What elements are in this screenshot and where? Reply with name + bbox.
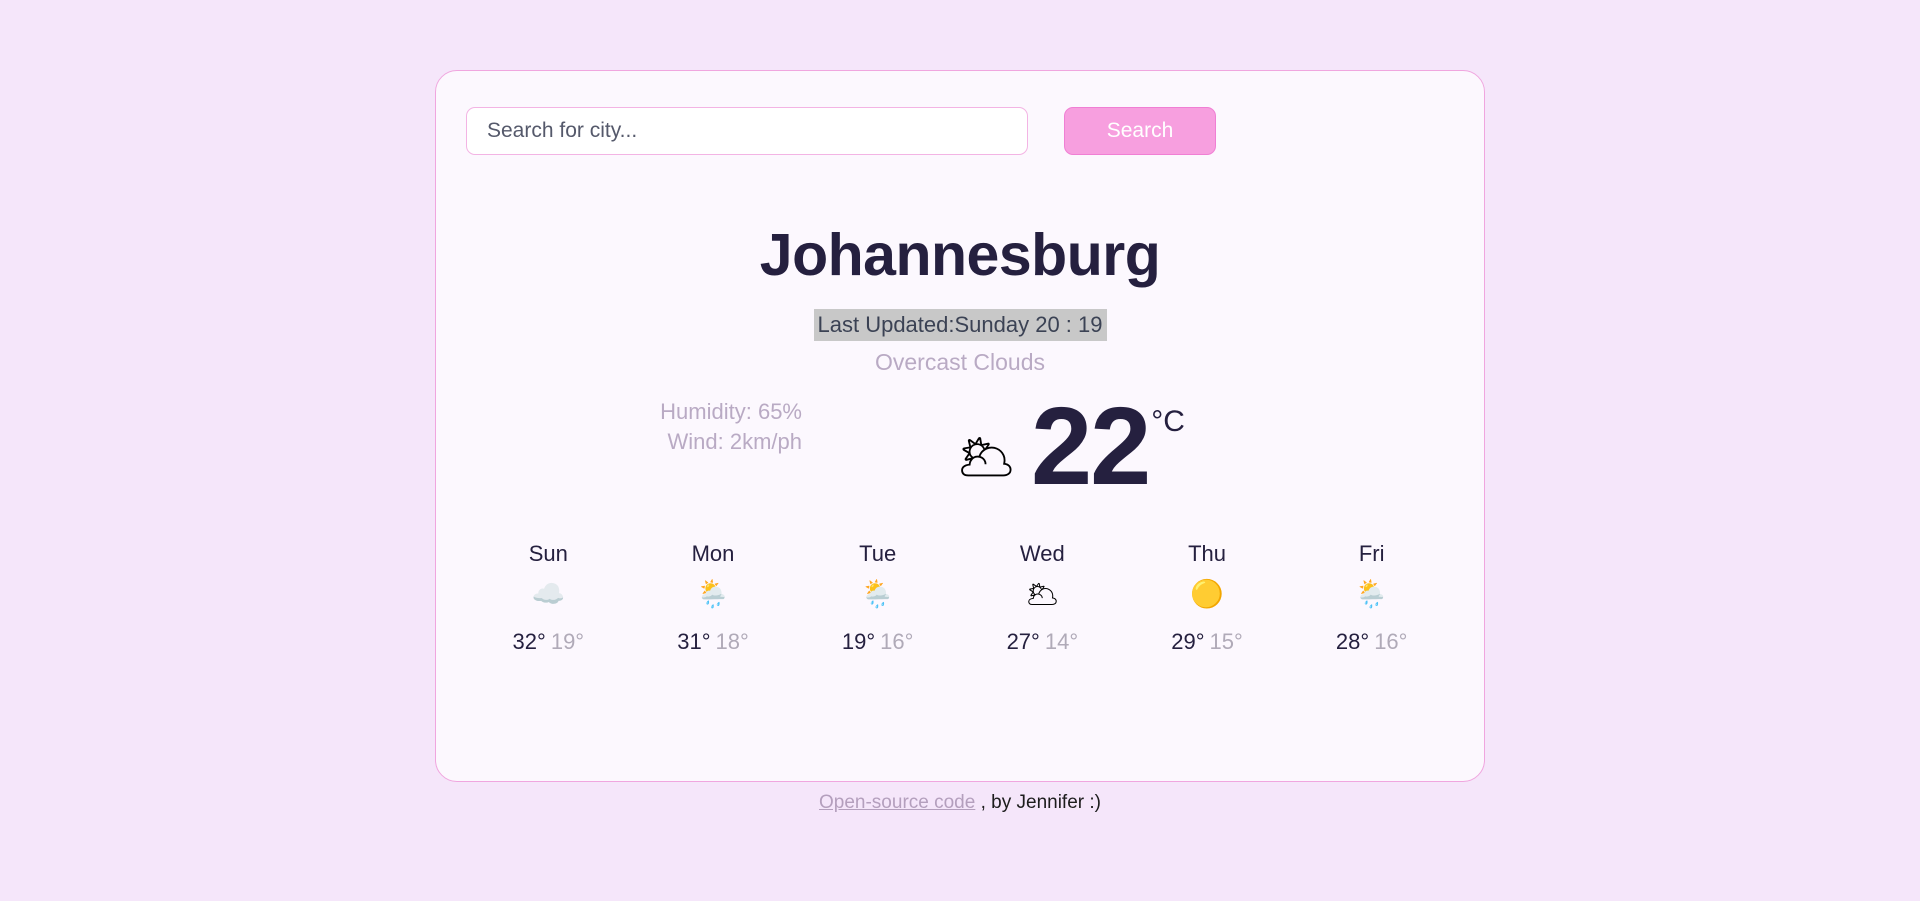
forecast-day-name: Wed [1019,541,1065,566]
forecast-low: 19° [550,629,585,654]
forecast-high: 31° [677,629,711,654]
forecast-high: 29° [1171,629,1205,654]
forecast-high: 27° [1006,629,1040,654]
forecast-temps: 27° 14° [960,629,1125,655]
forecast-high: 19° [841,629,876,654]
forecast-low: 18° [715,629,749,654]
forecast-day: Thu 🟡 29° 15° [1125,541,1290,655]
forecast-day: Sun ☁️ 32° 19° [466,541,631,655]
forecast-day: Tue 🌦️ 19° 16° [795,541,960,655]
weather-condition-text: Overcast Clouds [874,349,1045,375]
forecast-low: 14° [1044,629,1079,654]
forecast-day-name: Mon [691,541,735,566]
forecast-day: Fri 🌦️ 28° 16° [1289,541,1454,655]
forecast-temps: 19° 16° [795,629,960,655]
forecast-temps: 31° 18° [631,629,796,655]
sun-behind-rain-cloud-icon: 🌦️ [696,579,730,609]
last-updated-text: Last Updated:Sunday 20 : 19 [813,309,1107,341]
broken-clouds-icon: 🌥 [1025,579,1060,609]
wind-value: Wind: 2km/ph [667,429,803,455]
footer: Open-source code , by Jennifer :) [0,792,1920,814]
forecast-day-name: Thu [1188,541,1226,566]
search-input[interactable] [466,107,1028,155]
weather-card: Search Johannesburg Last Updated:Sunday … [435,70,1485,782]
weather-app: Search Johannesburg Last Updated:Sunday … [0,0,1920,901]
forecast-day: Wed 🌥 27° 14° [960,541,1125,655]
sun-behind-rain-cloud-icon: 🌦️ [1354,579,1389,609]
footer-credit: , by Jennifer :) [975,792,1101,813]
humidity-value: Humidity: 65% [660,399,802,424]
forecast-day-name: Fri [1358,541,1385,566]
forecast-low: 16° [1374,629,1408,654]
overcast-clouds-icon: 🌥 [956,430,1017,484]
forecast-temps: 32° 19° [466,629,631,655]
current-conditions: Humidity: 65% Wind: 2km/ph 🌥 22 °C [436,389,1484,529]
forecast-day-name: Tue [859,541,897,566]
forecast-row: Sun ☁️ 32° 19° Mon 🌦️ 31° 18° Tue 🌦️ 19° 16… [466,541,1454,655]
search-button[interactable]: Search [1064,107,1216,155]
sun-behind-rain-cloud-icon: 🌦️ [860,579,895,609]
current-temperature-display: 🌥 22 °C [956,389,1185,505]
forecast-day: Mon 🌦️ 31° 18° [631,541,796,655]
open-source-code-link[interactable]: Open-source code [819,792,975,813]
forecast-low: 15° [1209,629,1243,654]
sun-icon: 🟡 [1190,579,1224,609]
weather-details: Humidity: 65% Wind: 2km/ph [522,397,802,458]
page-title: Johannesburg [759,222,1161,288]
forecast-low: 16° [880,629,914,654]
forecast-high: 28° [1335,629,1370,654]
forecast-temps: 29° 15° [1125,629,1290,655]
forecast-day-name: Sun [528,541,568,566]
temperature-unit: °C [1151,405,1185,438]
current-temperature-value: 22 [1030,385,1151,508]
cloud-icon: ☁️ [531,579,566,609]
forecast-high: 32° [512,629,546,654]
search-row: Search [466,107,1216,155]
last-updated-row: Last Updated:Sunday 20 : 19 [436,309,1484,341]
forecast-temps: 28° 16° [1289,629,1454,655]
